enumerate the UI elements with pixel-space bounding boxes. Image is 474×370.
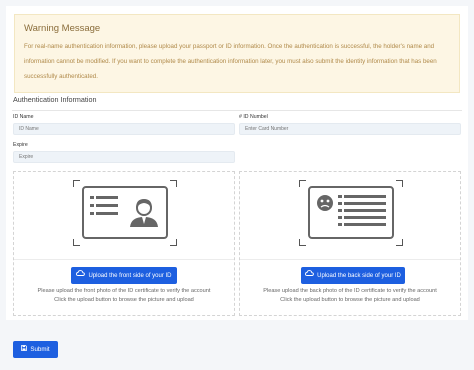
upload-back-button[interactable]: Upload the back side of your ID (301, 267, 405, 284)
warning-body: For real-name authentication information… (24, 39, 452, 84)
warning-panel: Warning Message For real-name authentica… (14, 14, 460, 93)
section-title: Authentication Information (13, 95, 97, 104)
id-name-label: ID Name (13, 114, 34, 120)
submit-button[interactable]: Submit (13, 341, 58, 358)
id-card-back-icon (308, 186, 394, 239)
warning-line-2: information cannot be modified. If you w… (24, 58, 437, 65)
warning-line-1: For real-name authentication information… (24, 43, 435, 50)
section-divider (12, 110, 462, 111)
upload-front-area[interactable]: Upload the front side of your ID Please … (13, 171, 235, 316)
upload-front-hint-2: Click the upload button to browse the pi… (54, 297, 194, 303)
upload-back-label: Upload the back side of your ID (317, 273, 401, 280)
upload-front-hint-1: Please upload the front photo of the ID … (37, 288, 211, 294)
save-icon (21, 341, 28, 358)
id-card-front-frame (73, 180, 177, 246)
id-number-input[interactable] (239, 123, 461, 135)
cloud-upload-icon (76, 267, 86, 284)
upload-back-hint-2: Click the upload button to browse the pi… (280, 297, 420, 303)
cloud-upload-icon (305, 267, 314, 284)
warning-line-3: successfully authenticated. (24, 73, 98, 80)
auth-card: Warning Message For real-name authentica… (6, 6, 468, 320)
warning-title: Warning Message (24, 23, 101, 34)
id-number-label: # ID Numbel (239, 114, 268, 120)
upload-front-label: Upload the front side of your ID (88, 273, 172, 280)
id-card-back-frame (299, 180, 403, 246)
expire-label: Expire (13, 142, 28, 148)
upload-back-hint-1: Please upload the back photo of the ID c… (263, 288, 437, 294)
id-name-input[interactable] (13, 123, 235, 135)
upload-back-area[interactable]: Upload the back side of your ID Please u… (239, 171, 461, 316)
expire-input[interactable] (13, 151, 235, 163)
submit-label: Submit (30, 346, 50, 354)
id-card-front-icon (82, 186, 168, 239)
upload-front-button[interactable]: Upload the front side of your ID (71, 267, 177, 284)
